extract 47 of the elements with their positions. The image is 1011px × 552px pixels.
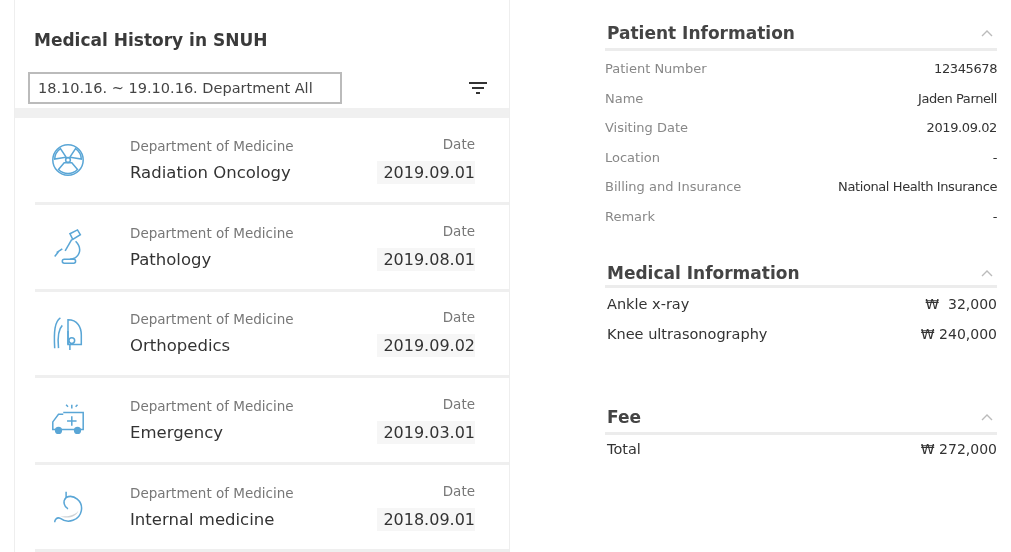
visit-date: 2019.08.01: [377, 247, 475, 271]
date-label: Date: [442, 396, 475, 413]
department-label: Department of Medicine: [130, 398, 295, 415]
visit-date: 2019.09.02: [377, 334, 475, 358]
date-label: Date: [442, 483, 475, 500]
department-name[interactable]: Pathology: [130, 249, 378, 269]
item-name: Knee ultrasonography: [607, 325, 768, 344]
department-label: Department of Medicine: [130, 224, 295, 241]
filter-icon[interactable]: [469, 80, 487, 95]
field-label: Remark: [605, 208, 655, 226]
chevron-icon[interactable]: [981, 29, 993, 37]
field-value: 2019.09.02: [926, 120, 997, 137]
section-title: Fee: [607, 407, 641, 427]
field-label: Patient Number: [605, 61, 707, 78]
section-title: Patient Information: [607, 23, 795, 43]
field-label: Name: [605, 90, 644, 108]
field-label: Visiting Date: [605, 120, 688, 137]
field-label: Location: [605, 149, 660, 167]
item-price: ₩ 240,000: [920, 325, 997, 344]
panel-title: Medical History in SNUH: [34, 30, 269, 52]
chevron-icon[interactable]: [981, 269, 993, 278]
field-value: -: [992, 208, 997, 226]
chevron-icon[interactable]: [981, 413, 993, 421]
date-range-field[interactable]: 18.10.16. ~ 19.10.16. Department All: [28, 71, 342, 104]
department-label: Department of Medicine: [130, 485, 295, 502]
visit-date: 2019.09.01: [377, 160, 475, 184]
visit-date: 2019.03.01: [377, 421, 475, 445]
total-amount: ₩ 272,000: [920, 441, 997, 459]
field-value: -: [992, 149, 997, 167]
field-value: 12345678: [934, 61, 997, 78]
department-name[interactable]: Orthopedics: [130, 336, 378, 356]
visit-date: 2018.09.01: [377, 508, 475, 532]
item-name: Ankle x-ray: [607, 295, 690, 314]
date-label: Date: [442, 135, 475, 152]
department-name[interactable]: Radiation Oncology: [130, 162, 378, 182]
department-name[interactable]: Internal medicine: [130, 510, 378, 530]
date-label: Date: [442, 222, 475, 239]
field-value: Jaden Parnell: [917, 90, 997, 108]
department-label: Department of Medicine: [130, 311, 295, 328]
department-label: Department of Medicine: [130, 137, 295, 154]
field-label: Billing and Insurance: [605, 179, 742, 196]
total-label: Total: [607, 441, 641, 459]
date-label: Date: [442, 309, 475, 326]
section-title: Medical Information: [607, 263, 800, 284]
department-name[interactable]: Emergency: [130, 423, 378, 443]
field-value: National Health Insurance: [838, 179, 997, 196]
item-price: ₩ 32,000: [925, 295, 997, 314]
